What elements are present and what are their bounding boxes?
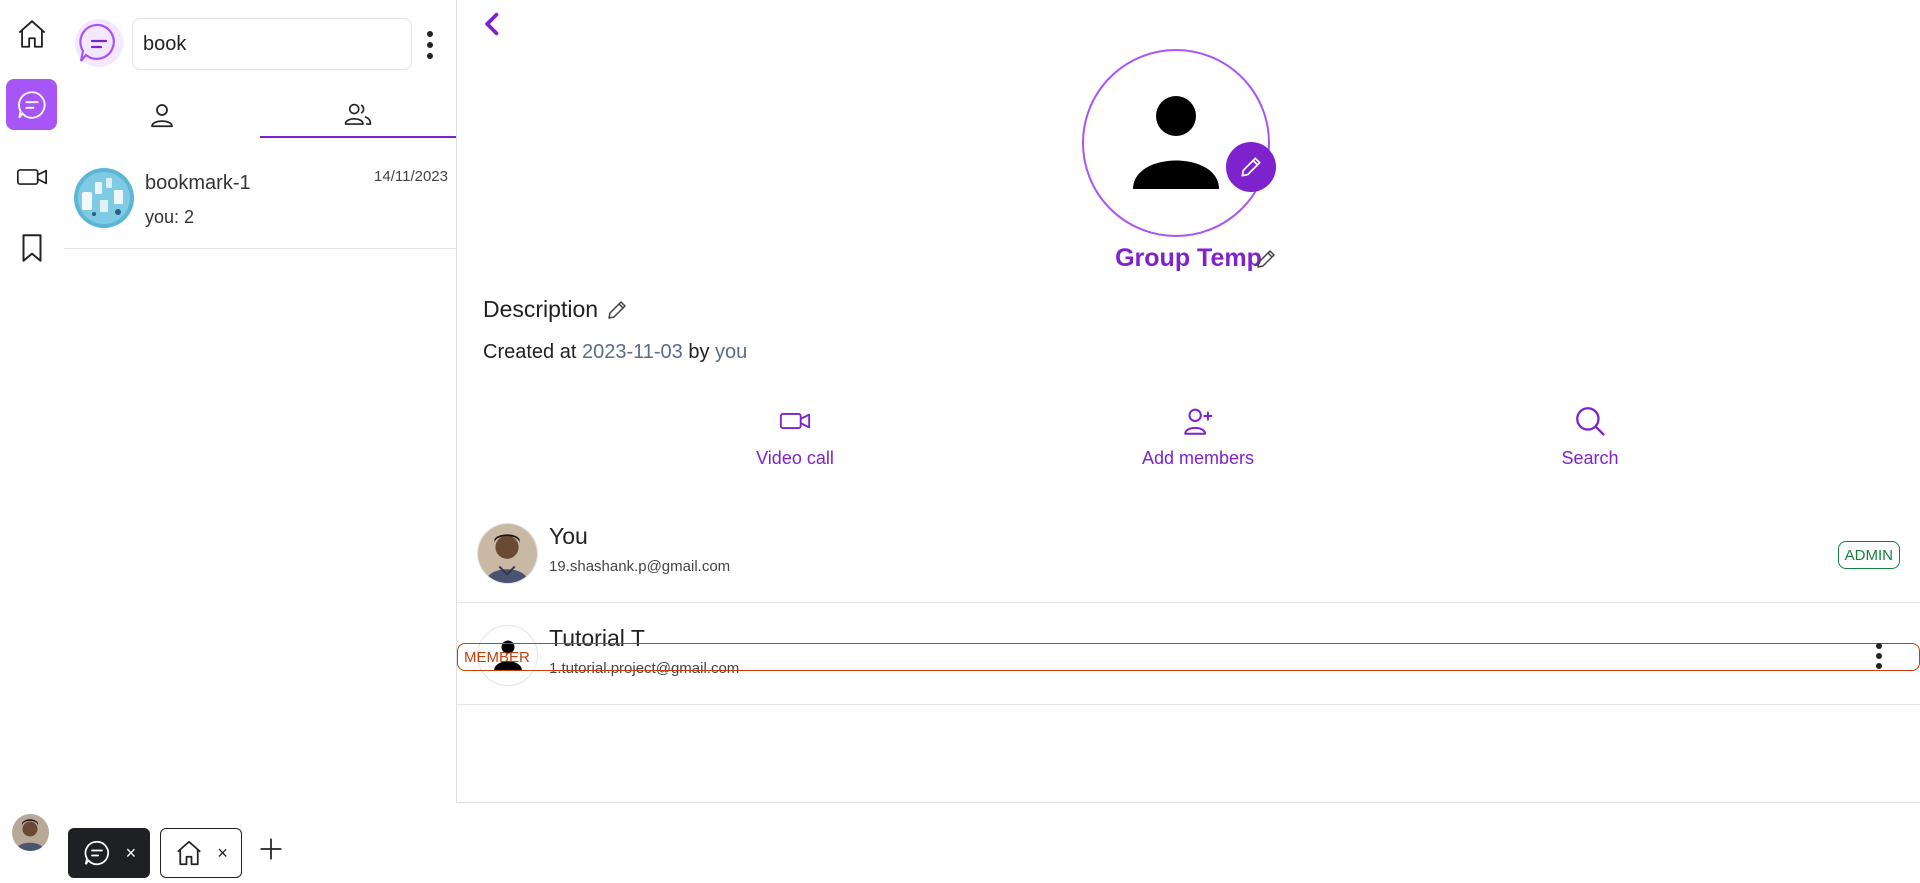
add-members-button[interactable]: Add members [1098, 404, 1298, 469]
member-row[interactable]: Tutorial T 1.tutorial.project@gmail.com … [457, 605, 1920, 705]
created-by: you [715, 341, 748, 363]
group-name: Group Temp [1115, 244, 1262, 272]
tab-groups[interactable] [260, 92, 456, 138]
bookmark-icon [22, 233, 41, 262]
member-name: You [549, 523, 588, 549]
member-options-button[interactable] [1874, 641, 1884, 671]
profile-avatar[interactable] [12, 814, 49, 851]
rail-chat-button[interactable] [6, 79, 57, 130]
add-members-label: Add members [1141, 448, 1255, 468]
chat-list-item[interactable]: bookmark-1 14/11/2023 you: 2 [64, 160, 456, 249]
chat-date: 14/11/2023 [374, 168, 448, 185]
search-icon [1576, 407, 1605, 436]
edit-avatar-button[interactable] [1226, 142, 1276, 192]
users-icon [344, 103, 372, 125]
dot [1876, 643, 1882, 649]
created-info: Created at 2023-11-03 by you [483, 341, 747, 364]
bottom-tab-chat[interactable]: × [68, 828, 150, 878]
dot [427, 53, 433, 59]
home-icon [18, 19, 45, 48]
rail-home-button[interactable] [6, 8, 57, 59]
dot [1876, 653, 1882, 659]
close-tab-icon[interactable]: × [126, 843, 137, 864]
user-icon [151, 104, 173, 128]
created-date: 2023-11-03 [581, 341, 683, 363]
description-label: Description [483, 296, 599, 322]
created-prefix: Created at [483, 341, 577, 363]
chat-name: bookmark-1 [145, 172, 251, 194]
video-call-button[interactable]: Video call [695, 404, 895, 469]
search-field[interactable] [132, 18, 412, 70]
rail-bookmark-button[interactable] [6, 222, 57, 273]
add-user-icon [1184, 408, 1213, 435]
chat-avatar [74, 168, 134, 228]
dot [427, 42, 433, 48]
group-image-icon [74, 168, 134, 228]
video-icon [16, 168, 47, 185]
dot [427, 31, 433, 37]
sidebar-tabs [64, 92, 456, 138]
tab-contacts[interactable] [64, 92, 260, 138]
member-photo-icon [478, 524, 537, 583]
person-icon [1133, 96, 1219, 189]
created-by-word: by [688, 341, 710, 363]
back-chevron-icon[interactable] [479, 10, 507, 38]
rail-video-button[interactable] [6, 151, 57, 202]
main-panel-border [456, 802, 1920, 803]
nav-rail [0, 0, 64, 800]
member-row[interactable]: You 19.shashank.p@gmail.com ADMIN [457, 503, 1920, 603]
add-tab-plus-icon[interactable] [258, 836, 284, 862]
chat-icon [84, 840, 109, 866]
edit-name-pencil-icon[interactable] [1254, 247, 1278, 271]
role-badge-admin: ADMIN [1837, 541, 1900, 569]
bottom-tab-home[interactable]: × [160, 828, 242, 878]
video-icon [779, 412, 811, 430]
edit-description-pencil-icon[interactable] [605, 298, 629, 322]
role-badge-member: MEMBER [457, 643, 1920, 671]
app-window: bookmark-1 14/11/2023 you: 2 Group Temp … [0, 0, 1920, 883]
member-avatar [477, 523, 538, 584]
app-logo-icon [75, 19, 123, 67]
video-call-label: Video call [756, 448, 834, 468]
member-email: 19.shashank.p@gmail.com [549, 558, 731, 575]
close-tab-icon[interactable]: × [217, 843, 228, 864]
chat-icon [17, 90, 46, 119]
sidebar: bookmark-1 14/11/2023 you: 2 [64, 0, 456, 800]
home-icon [177, 840, 201, 866]
profile-photo-icon [12, 814, 49, 851]
dot [1876, 663, 1882, 669]
search-members-button[interactable]: Search [1490, 404, 1690, 469]
search-label: Search [1561, 448, 1619, 468]
search-input[interactable] [143, 32, 408, 56]
chat-preview: you: 2 [145, 207, 195, 227]
group-info-panel: Group Temp Description Created at 2023-1… [457, 0, 1920, 802]
pencil-icon [1241, 157, 1261, 177]
sidebar-menu-button[interactable] [420, 28, 440, 62]
